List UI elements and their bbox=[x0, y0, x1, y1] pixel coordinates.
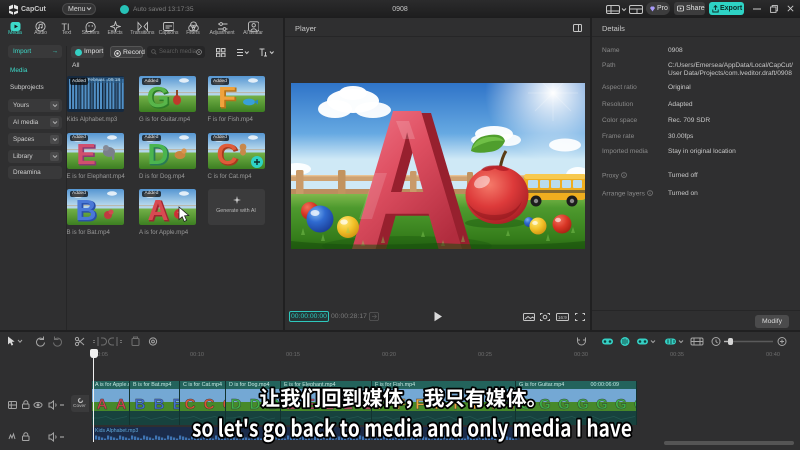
svg-text:B: B bbox=[75, 195, 96, 225]
svg-text:C: C bbox=[216, 139, 237, 169]
svg-text:B: B bbox=[154, 396, 165, 411]
svg-text:A: A bbox=[116, 396, 127, 411]
svg-text:G: G bbox=[147, 82, 170, 112]
svg-text:B: B bbox=[173, 396, 180, 411]
svg-text:A: A bbox=[97, 396, 108, 411]
svg-text:16:9: 16:9 bbox=[558, 315, 567, 320]
svg-text:A: A bbox=[148, 195, 169, 225]
svg-text:E: E bbox=[76, 139, 95, 169]
svg-text:F: F bbox=[218, 82, 236, 112]
svg-text:D: D bbox=[148, 139, 169, 169]
svg-text:B: B bbox=[135, 396, 146, 411]
